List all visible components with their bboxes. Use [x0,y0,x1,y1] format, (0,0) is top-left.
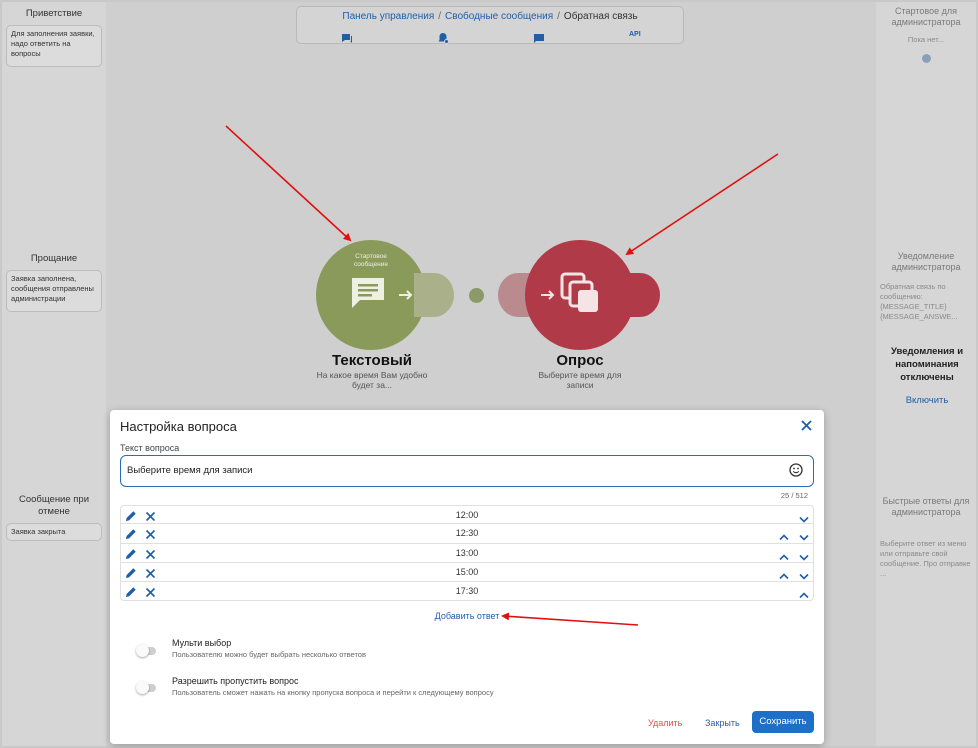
arrow-to-poll-node [625,153,779,256]
annotation-arrows [225,125,779,626]
arrow-to-text-node [225,125,352,242]
arrow-to-add-answer [501,612,639,626]
